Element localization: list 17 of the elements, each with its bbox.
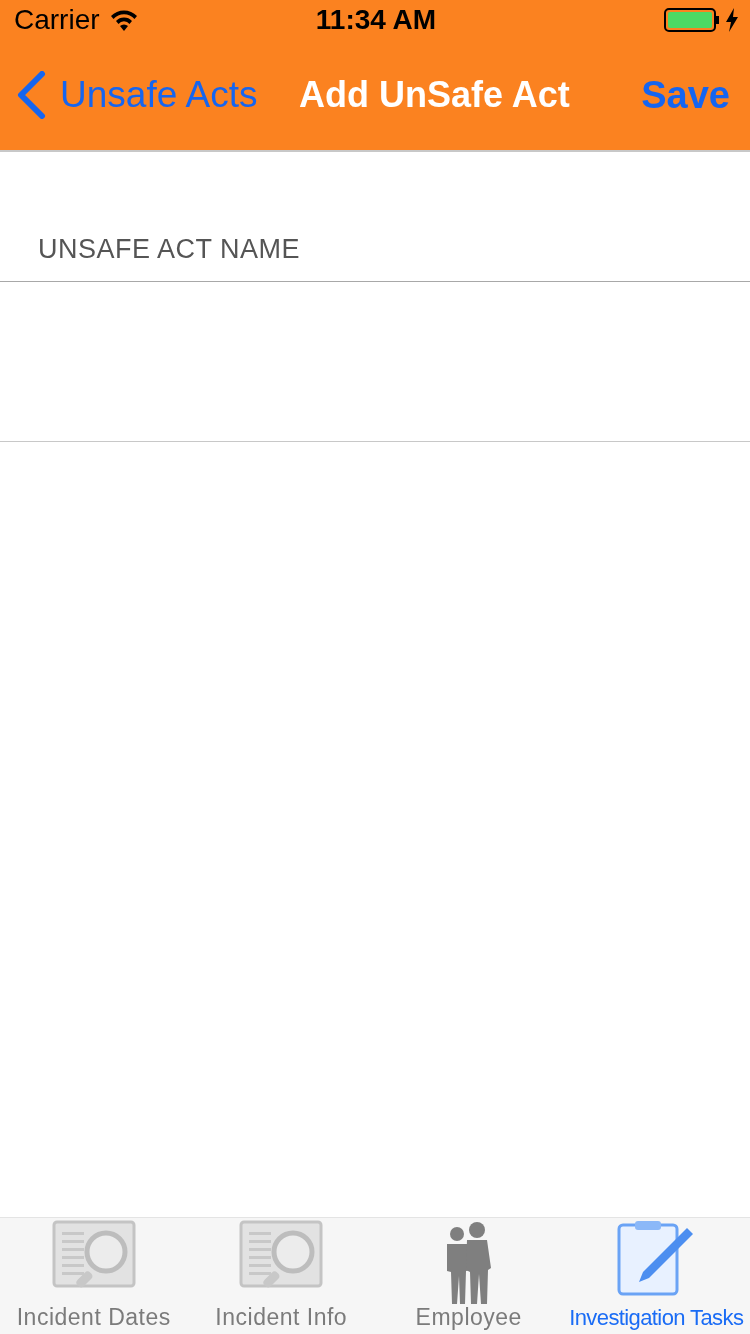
save-button[interactable]: Save <box>641 73 730 117</box>
tab-bar-item[interactable]: Employee <box>375 1218 563 1334</box>
section-header: UNSAFE ACT NAME <box>38 234 301 265</box>
back-button[interactable]: Unsafe Acts <box>16 71 258 119</box>
tab-bar-item[interactable]: Incident Info <box>187 1218 375 1334</box>
document-search-icon <box>51 1220 136 1290</box>
back-chevron-icon <box>16 71 46 119</box>
battery-icon <box>664 8 720 32</box>
status-time: 11:34 AM <box>314 4 438 36</box>
screen-title: Add UnSafe Act <box>298 74 571 116</box>
tab-bar-item[interactable]: Investigation Tasks <box>562 1218 750 1334</box>
carrier-name: Carrier <box>14 4 100 36</box>
charging-bolt-icon <box>726 8 738 32</box>
document-search-icon <box>239 1220 324 1290</box>
tab-bar-item[interactable]: Incident Dates <box>0 1218 188 1334</box>
wifi-icon <box>109 9 138 31</box>
clipboard-pencil-icon <box>617 1220 696 1296</box>
